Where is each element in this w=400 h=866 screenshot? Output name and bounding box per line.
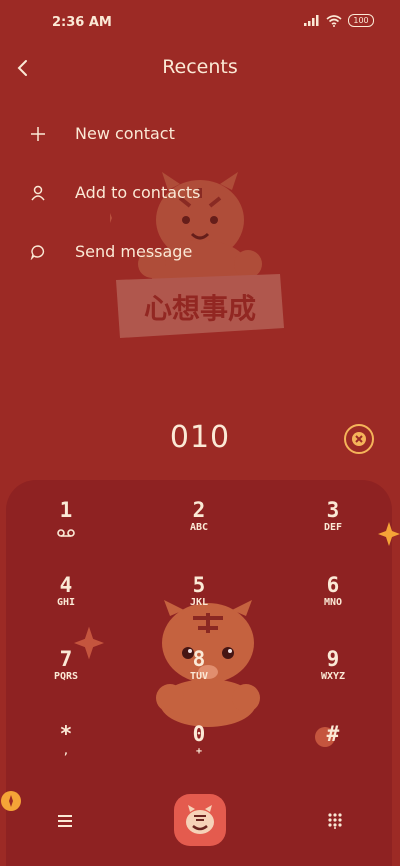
menu-item-label: New contact xyxy=(75,124,175,143)
call-button[interactable] xyxy=(174,794,226,846)
key-3[interactable]: 3 DEF xyxy=(293,498,373,554)
key-letters: DEF xyxy=(323,522,343,533)
key-digit: 3 xyxy=(326,498,340,522)
wifi-icon xyxy=(326,14,342,27)
page-title: Recents xyxy=(162,56,238,78)
key-8[interactable]: 8 TUV xyxy=(159,647,239,703)
backspace-icon xyxy=(352,432,366,446)
sparkle-icon xyxy=(378,522,400,546)
key-star[interactable]: * , xyxy=(26,722,106,778)
signal-icon xyxy=(304,15,319,26)
plus-icon xyxy=(28,124,48,144)
key-5[interactable]: 5 JKL xyxy=(159,573,239,629)
key-digit: 1 xyxy=(59,498,73,522)
key-letters: PQRS xyxy=(53,671,79,682)
menu-item-label: Send message xyxy=(75,242,193,261)
key-digit: # xyxy=(326,722,340,746)
voicemail-icon xyxy=(57,529,75,537)
key-9[interactable]: 9 WXYZ xyxy=(293,647,373,703)
dialed-number: 010 xyxy=(169,420,231,455)
key-hash[interactable]: # xyxy=(293,722,373,778)
status-bar: 2:36 AM 100 xyxy=(0,0,400,44)
menu-button[interactable] xyxy=(50,808,80,834)
tiger-phone-icon xyxy=(186,805,214,834)
key-digit: * xyxy=(59,722,73,746)
key-6[interactable]: 6 MNO xyxy=(293,573,373,629)
key-letters: JKL xyxy=(189,597,209,608)
chat-bubble-icon xyxy=(28,242,48,262)
key-digit: 6 xyxy=(326,573,340,597)
key-letters: MNO xyxy=(323,597,343,608)
key-0[interactable]: 0 + xyxy=(159,722,239,778)
key-digit: 2 xyxy=(192,498,206,522)
dialpad-icon xyxy=(328,813,342,829)
keypad-toggle-button[interactable] xyxy=(320,806,350,836)
key-digit: 7 xyxy=(59,647,73,671)
delete-button[interactable] xyxy=(344,424,374,454)
key-4[interactable]: 4 GHI xyxy=(26,573,106,629)
menu-item-label: Add to contacts xyxy=(75,183,201,202)
send-message-item[interactable]: Send message xyxy=(0,222,400,281)
key-digit: 0 xyxy=(192,722,206,746)
key-letters: WXYZ xyxy=(320,671,346,682)
key-letters: , xyxy=(62,746,70,757)
status-time: 2:36 AM xyxy=(52,15,112,30)
key-letters: GHI xyxy=(56,597,76,608)
key-digit: 5 xyxy=(192,573,206,597)
new-contact-item[interactable]: New contact xyxy=(0,104,400,163)
recents-menu: New contact Add to contacts Send message xyxy=(0,104,400,281)
person-icon xyxy=(28,183,48,203)
banner-text: 心想事成 xyxy=(144,292,256,325)
key-letters: ABC xyxy=(189,522,209,533)
key-2[interactable]: 2 ABC xyxy=(159,498,239,554)
key-letters: + xyxy=(195,746,203,757)
key-letters: TUV xyxy=(189,671,209,682)
key-digit: 9 xyxy=(326,647,340,671)
coin-icon xyxy=(1,791,21,811)
hamburger-icon xyxy=(58,815,72,827)
key-7[interactable]: 7 PQRS xyxy=(26,647,106,703)
key-1[interactable]: 1 xyxy=(26,498,106,554)
battery-icon: 100 xyxy=(348,14,374,27)
key-digit: 4 xyxy=(59,573,73,597)
system-icons: 100 xyxy=(304,14,374,27)
add-to-contacts-item[interactable]: Add to contacts xyxy=(0,163,400,222)
app-header: Recents xyxy=(0,50,400,88)
key-digit: 8 xyxy=(192,647,206,671)
